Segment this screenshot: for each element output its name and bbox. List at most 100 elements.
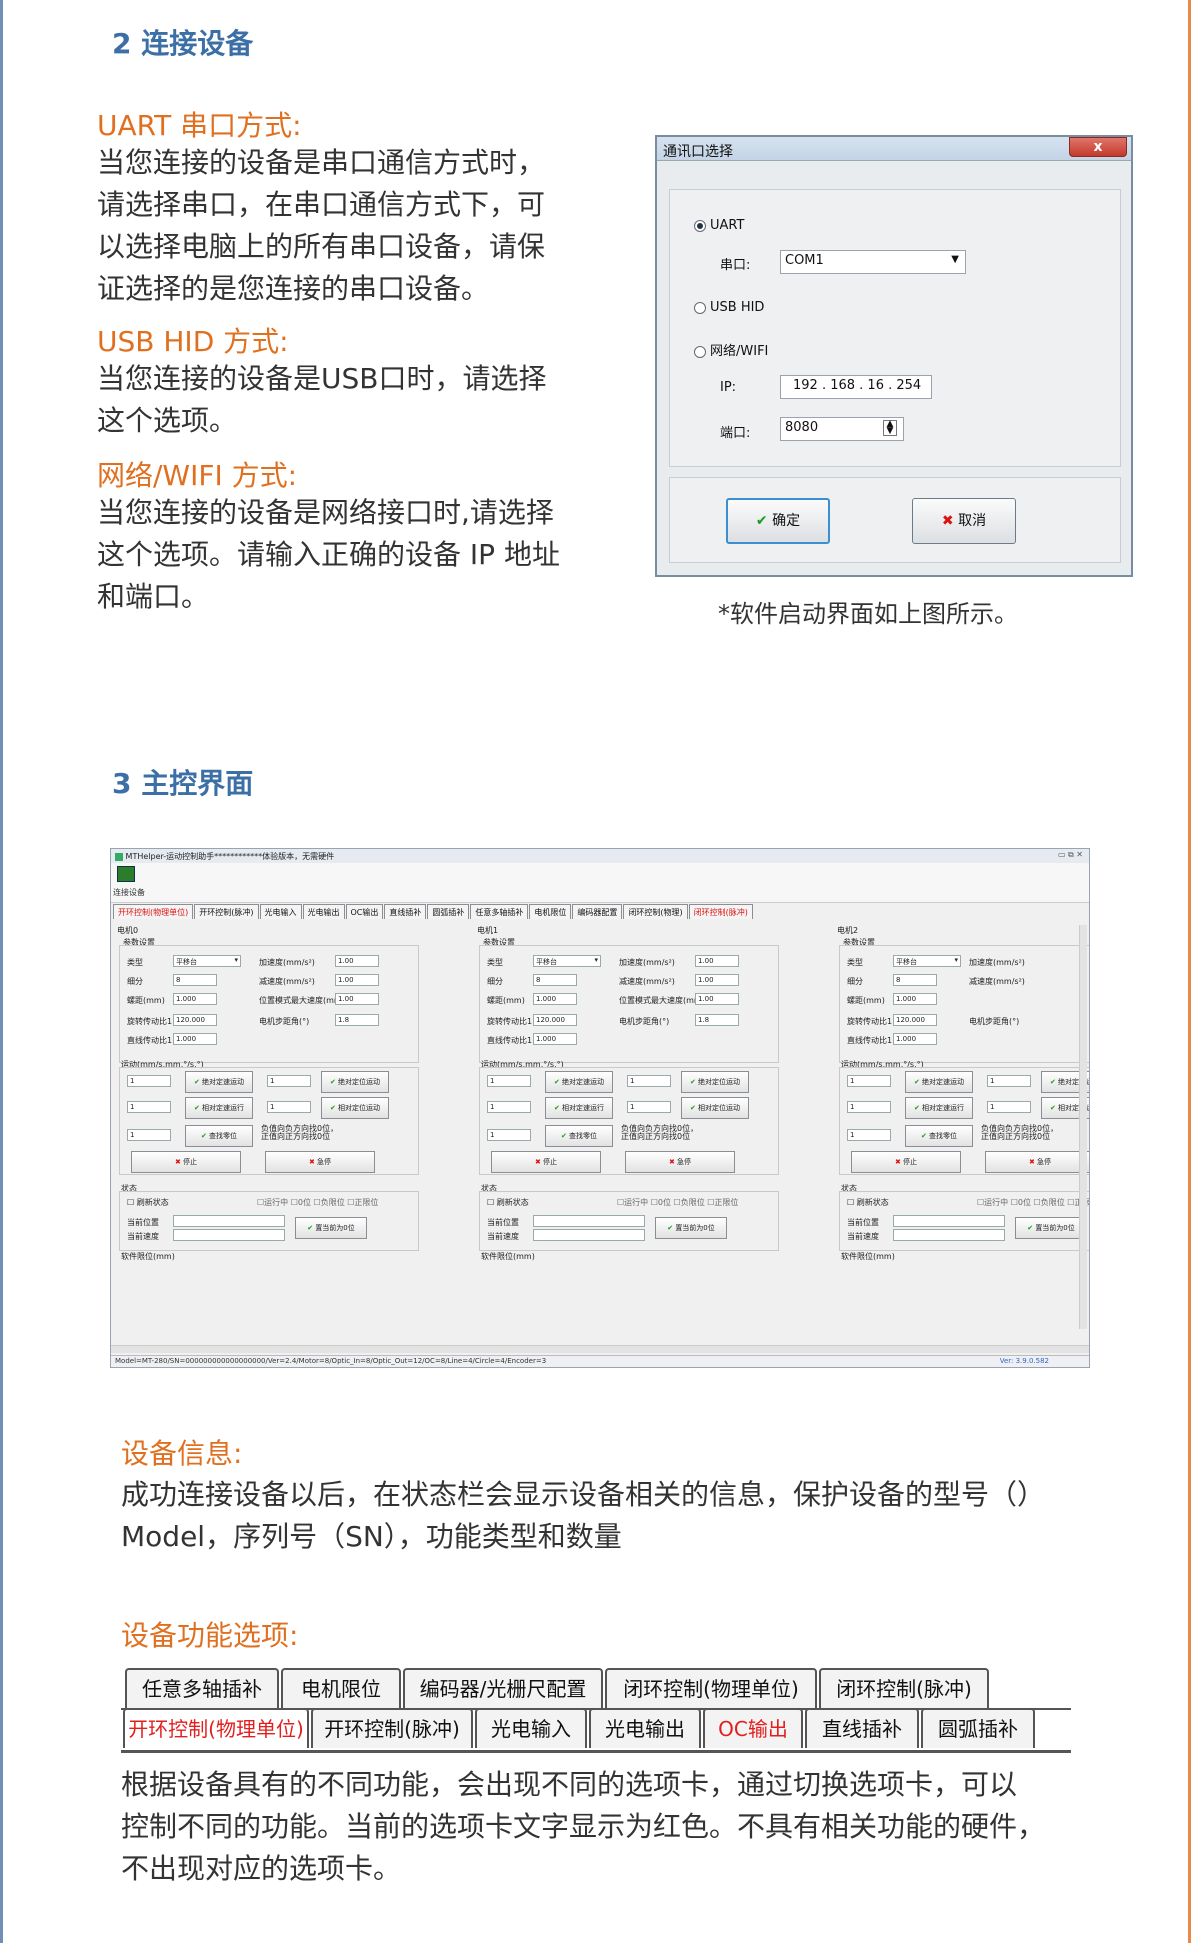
set-zero-button[interactable]: ✔ 置当前为0位 (295, 1217, 367, 1239)
tab-motor-limit[interactable]: 电机限位 (529, 904, 572, 919)
tab-line-interp[interactable]: 直线插补 (805, 1708, 919, 1748)
abs-pos-input[interactable]: 1 (627, 1075, 671, 1087)
tab-optic-input[interactable]: 光电输入 (475, 1708, 587, 1748)
connect-button[interactable]: 连接设备 (113, 887, 145, 898)
pitch-input[interactable]: 1.000 (533, 993, 577, 1005)
tab-optic-output[interactable]: 光电输出 (302, 904, 345, 919)
step-input[interactable]: 1.8 (335, 1014, 379, 1026)
rel-pos-input[interactable]: 1 (267, 1101, 311, 1113)
lin-ratio-input[interactable]: 1.000 (173, 1033, 217, 1045)
tab-closed-loop-physical[interactable]: 闭环控制(物理单位) (605, 1668, 817, 1708)
acc-input[interactable]: 1.00 (335, 955, 379, 967)
cancel-button[interactable]: ✖ 取消 (912, 498, 1016, 544)
step-input[interactable]: 1.8 (695, 1014, 739, 1026)
estop-button[interactable]: ✖ 急停 (265, 1151, 375, 1173)
rel-speed-button[interactable]: ✔ 相对定速运行 (905, 1097, 973, 1119)
home-button[interactable]: ✔ 查找零位 (185, 1125, 253, 1147)
connect-icon[interactable] (117, 866, 135, 882)
abs-pos-input[interactable]: 1 (267, 1075, 311, 1087)
tab-open-loop-physical-active[interactable]: 开环控制(物理单位) (123, 1708, 309, 1748)
pitch-input[interactable]: 1.000 (893, 993, 937, 1005)
rel-pos-input[interactable]: 1 (987, 1101, 1031, 1113)
rel-pos-button[interactable]: ✔ 相对定位运动 (681, 1097, 749, 1119)
tab-motor-limit[interactable]: 电机限位 (281, 1668, 401, 1708)
tab-closed-loop-physical[interactable]: 闭环控制(物理) (623, 904, 688, 919)
rel-pos-button[interactable]: ✔ 相对定位运动 (321, 1097, 389, 1119)
tab-closed-loop-pulse[interactable]: 闭环控制(脉冲) (688, 904, 753, 919)
subdiv-input[interactable]: 8 (893, 974, 937, 986)
usb-hid-radio[interactable]: USB HID (694, 300, 764, 315)
rel-speed-input[interactable]: 1 (487, 1101, 531, 1113)
refresh-checkbox[interactable]: ☐ 刷新状态 (847, 1197, 889, 1208)
tab-closed-loop-pulse[interactable]: 闭环控制(脉冲) (819, 1668, 989, 1708)
uart-radio[interactable]: UART (694, 218, 744, 233)
rot-ratio-input[interactable]: 120.000 (893, 1014, 937, 1026)
window-controls[interactable]: ▭ ⧉ ✕ (1058, 850, 1083, 860)
tab-open-loop-pulse[interactable]: 开环控制(脉冲) (194, 904, 259, 919)
home-input[interactable]: 1 (847, 1129, 891, 1141)
tab-arc-interp[interactable]: 圆弧插补 (427, 904, 470, 919)
tab-optic-input[interactable]: 光电输入 (259, 904, 302, 919)
ip-input[interactable]: 192 . 168 . 16 . 254 (780, 375, 932, 399)
ok-button[interactable]: ✔ 确定 (726, 498, 830, 544)
estop-button[interactable]: ✖ 急停 (985, 1151, 1089, 1173)
stop-button[interactable]: ✖ 停止 (851, 1151, 961, 1173)
abs-speed-button[interactable]: ✔ 绝对定速运动 (545, 1071, 613, 1093)
tab-encoder[interactable]: 编码器配置 (572, 904, 623, 919)
port-select[interactable]: COM1 ▼ (780, 250, 966, 274)
set-zero-button[interactable]: ✔ 置当前为0位 (655, 1217, 727, 1239)
abs-speed-button[interactable]: ✔ 绝对定速运动 (185, 1071, 253, 1093)
abs-speed-input[interactable]: 1 (847, 1075, 891, 1087)
home-button[interactable]: ✔ 查找零位 (905, 1125, 973, 1147)
abs-speed-button[interactable]: ✔ 绝对定速运动 (905, 1071, 973, 1093)
abs-pos-button[interactable]: ✔ 绝对定位运动 (321, 1071, 389, 1093)
rot-ratio-input[interactable]: 120.000 (173, 1014, 217, 1026)
rel-speed-input[interactable]: 1 (847, 1101, 891, 1113)
type-select[interactable]: 平移台 ▾ (173, 955, 241, 967)
tab-arc-interp[interactable]: 圆弧插补 (921, 1708, 1035, 1748)
stop-button[interactable]: ✖ 停止 (491, 1151, 601, 1173)
pitch-input[interactable]: 1.000 (173, 993, 217, 1005)
home-input[interactable]: 1 (127, 1129, 171, 1141)
tab-open-loop-pulse[interactable]: 开环控制(脉冲) (311, 1708, 473, 1748)
rel-speed-input[interactable]: 1 (127, 1101, 171, 1113)
rel-speed-button[interactable]: ✔ 相对定速运行 (185, 1097, 253, 1119)
tab-encoder-config[interactable]: 编码器/光栅尺配置 (403, 1668, 603, 1708)
maxv-input[interactable]: 1.00 (335, 993, 379, 1005)
tab-oc-output[interactable]: OC输出 (703, 1708, 803, 1748)
rel-pos-input[interactable]: 1 (627, 1101, 671, 1113)
tab-optic-output[interactable]: 光电输出 (589, 1708, 701, 1748)
subdiv-input[interactable]: 8 (533, 974, 577, 986)
stop-button[interactable]: ✖ 停止 (131, 1151, 241, 1173)
refresh-checkbox[interactable]: ☐ 刷新状态 (127, 1197, 169, 1208)
home-button[interactable]: ✔ 查找零位 (545, 1125, 613, 1147)
lin-ratio-input[interactable]: 1.000 (533, 1033, 577, 1045)
abs-pos-input[interactable]: 1 (987, 1075, 1031, 1087)
tab-oc-output[interactable]: OC输出 (345, 904, 384, 919)
type-select[interactable]: 平移台 ▾ (893, 955, 961, 967)
set-zero-button[interactable]: ✔ 置当前为0位 (1015, 1217, 1087, 1239)
close-button[interactable]: x (1069, 137, 1127, 157)
tab-multi-axis-interp[interactable]: 任意多轴插补 (125, 1668, 279, 1708)
spinner-icon[interactable]: ▲ ▼ (883, 420, 897, 436)
abs-pos-button[interactable]: ✔ 绝对定位运动 (681, 1071, 749, 1093)
lin-ratio-input[interactable]: 1.000 (893, 1033, 937, 1045)
horizontal-scrollbar[interactable] (111, 1345, 1089, 1353)
refresh-checkbox[interactable]: ☐ 刷新状态 (487, 1197, 529, 1208)
netport-input[interactable]: 8080 ▲ ▼ (780, 417, 904, 441)
type-select[interactable]: 平移台 ▾ (533, 955, 601, 967)
abs-speed-input[interactable]: 1 (487, 1075, 531, 1087)
subdiv-input[interactable]: 8 (173, 974, 217, 986)
home-input[interactable]: 1 (487, 1129, 531, 1141)
abs-speed-input[interactable]: 1 (127, 1075, 171, 1087)
estop-button[interactable]: ✖ 急停 (625, 1151, 735, 1173)
dec-input[interactable]: 1.00 (695, 974, 739, 986)
tab-multi-axis[interactable]: 任意多轴插补 (470, 904, 529, 919)
maxv-input[interactable]: 1.00 (695, 993, 739, 1005)
rel-speed-button[interactable]: ✔ 相对定速运行 (545, 1097, 613, 1119)
acc-input[interactable]: 1.00 (695, 955, 739, 967)
network-radio[interactable]: 网络/WIFI (694, 340, 768, 359)
vertical-scrollbar[interactable] (1079, 925, 1087, 1329)
tab-line-interp[interactable]: 直线插补 (384, 904, 427, 919)
tab-open-loop-physical[interactable]: 开环控制(物理单位) (113, 904, 194, 919)
